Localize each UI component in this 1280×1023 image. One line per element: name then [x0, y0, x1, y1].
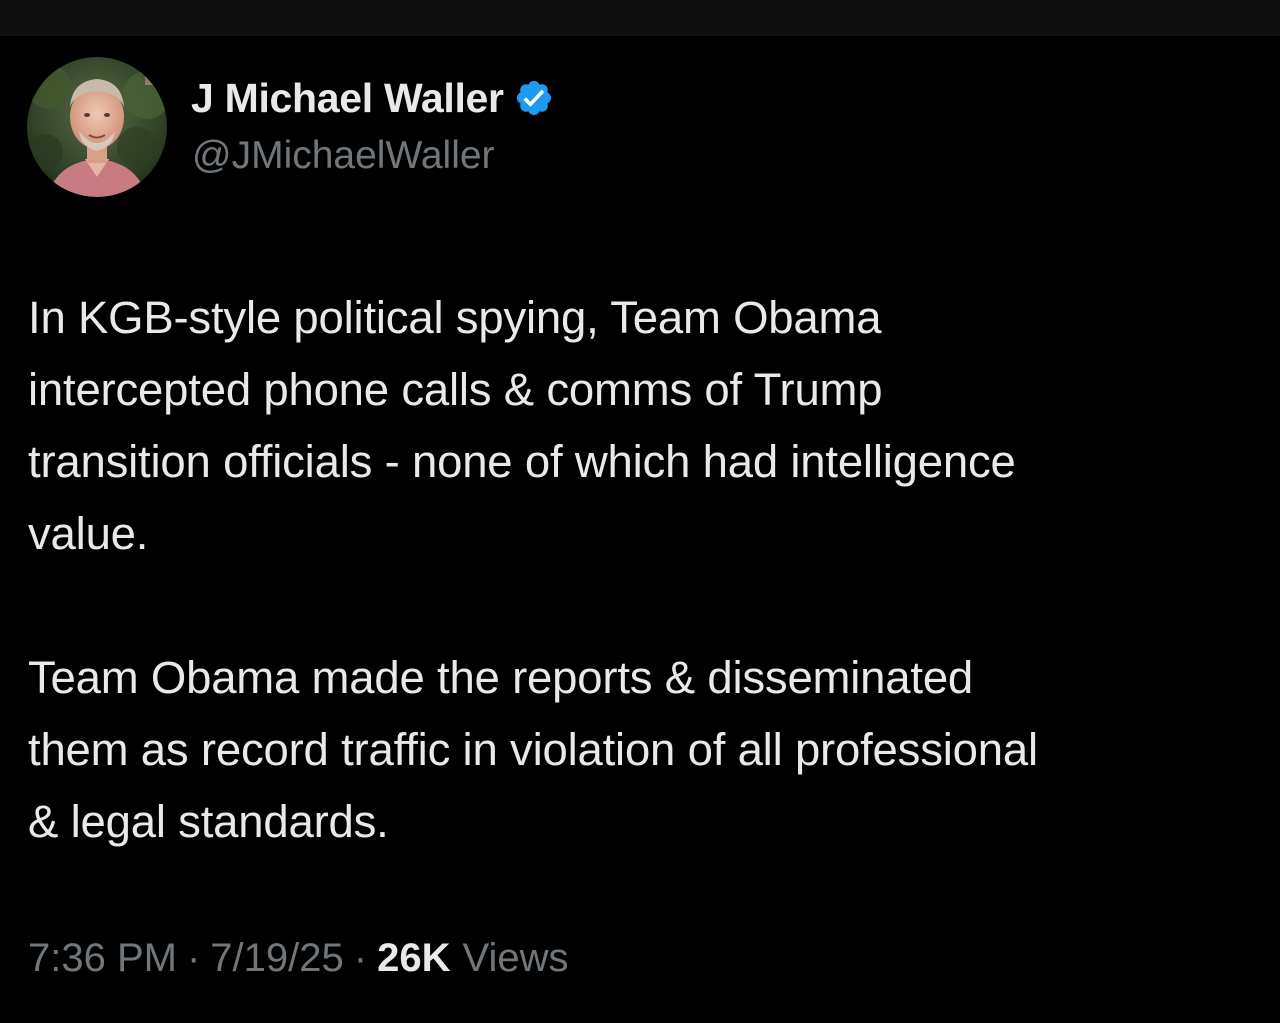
tweet-time[interactable]: 7:36 PM: [28, 936, 177, 981]
tweet-date[interactable]: 7/19/25: [210, 936, 343, 981]
tweet-body: In KGB-style political spying, Team Obam…: [28, 282, 1268, 858]
meta-separator: ·: [353, 936, 368, 980]
tweet-paragraph: In KGB-style political spying, Team Obam…: [28, 292, 1016, 559]
tweet-paragraph: Team Obama made the reports & disseminat…: [28, 652, 1038, 847]
status-bar: [0, 0, 1280, 36]
author-handle[interactable]: @JMichaelWaller: [192, 134, 495, 178]
tweet-card: J Michael Waller @JMichaelWaller In KGB-…: [0, 36, 1280, 1023]
verified-badge-icon[interactable]: [514, 78, 554, 118]
author-name-row: J Michael Waller: [191, 74, 554, 122]
tweet-meta: 7:36 PM · 7/19/25 · 26K Views: [28, 936, 568, 981]
views-label[interactable]: Views: [462, 936, 568, 981]
author-display-name[interactable]: J Michael Waller: [191, 75, 504, 122]
avatar[interactable]: [27, 57, 167, 197]
avatar-image: [27, 57, 167, 197]
meta-separator: ·: [186, 936, 201, 980]
views-count[interactable]: 26K: [377, 936, 450, 981]
